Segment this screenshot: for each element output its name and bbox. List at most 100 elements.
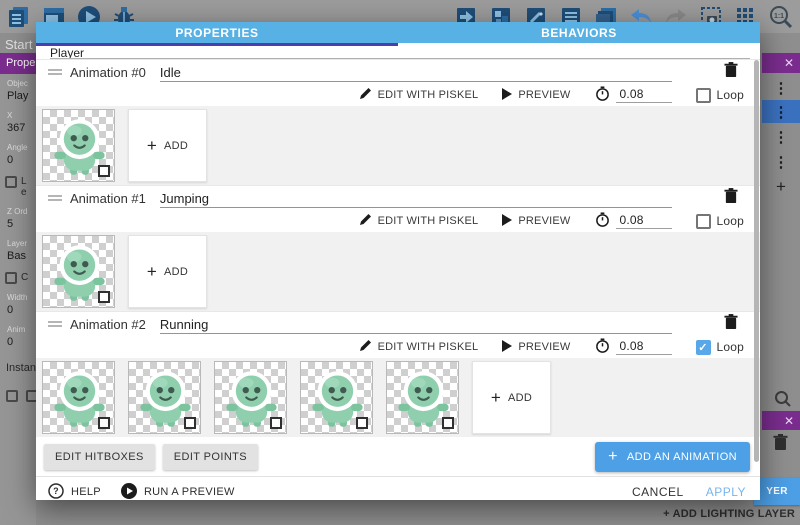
frame-select-checkbox[interactable]	[184, 417, 196, 429]
sprite-frame[interactable]	[42, 109, 115, 182]
frames-row: + ADD	[36, 358, 760, 437]
custom-size-checkbox-row[interactable]: C	[0, 266, 36, 288]
layer-row[interactable]: ⋮	[762, 125, 800, 148]
custom-size-checkbox[interactable]	[5, 272, 17, 284]
delete-animation-icon[interactable]	[724, 62, 738, 83]
search-icon[interactable]	[774, 390, 792, 413]
close-icon[interactable]: ✕	[784, 56, 794, 70]
animation-section-1: Animation #1 Jumping EDIT WITH PISKEL PR…	[36, 185, 760, 311]
delete-animation-icon[interactable]	[724, 188, 738, 209]
lock-checkbox[interactable]	[5, 176, 17, 188]
trash-icon[interactable]	[773, 434, 788, 456]
field-animation[interactable]: Anim 0	[0, 320, 36, 352]
preview-button[interactable]: PREVIEW	[502, 214, 570, 229]
frame-select-checkbox[interactable]	[270, 417, 282, 429]
field-x[interactable]: X 367	[0, 106, 36, 138]
play-icon	[502, 340, 512, 355]
plus-icon: +	[147, 136, 157, 156]
loop-toggle[interactable]: Loop	[696, 88, 745, 103]
add-frame-button[interactable]: + ADD	[128, 109, 207, 182]
add-lighting-layer-button[interactable]: + ADD LIGHTING LAYER	[663, 508, 795, 520]
sprite-frame[interactable]	[214, 361, 287, 434]
animation-title: Animation #1	[70, 191, 146, 206]
cancel-button[interactable]: CANCEL	[632, 485, 684, 499]
animation-name-input[interactable]: Idle	[160, 63, 672, 82]
dialog-scrollbar[interactable]	[754, 60, 759, 462]
loop-checkbox[interactable]: ✓	[696, 340, 711, 355]
time-between-frames-input[interactable]: 0.08	[616, 87, 672, 103]
frame-select-checkbox[interactable]	[356, 417, 368, 429]
sprite-frame[interactable]	[300, 361, 373, 434]
animation-section-2: Animation #2 Running EDIT WITH PISKEL PR…	[36, 311, 760, 437]
frame-select-checkbox[interactable]	[442, 417, 454, 429]
field-object-name[interactable]: Objec Play	[0, 74, 36, 106]
frames-row: + ADD	[36, 106, 760, 185]
layer-row-selected[interactable]: ⋮	[762, 100, 800, 123]
tab-properties[interactable]: PROPERTIES	[36, 22, 398, 43]
zoom-1-1-icon[interactable]: 1:1	[768, 4, 794, 30]
sprite-frame[interactable]	[386, 361, 459, 434]
frame-select-checkbox[interactable]	[98, 165, 110, 177]
loop-toggle[interactable]: ✓ Loop	[696, 340, 745, 355]
project-manager-icon[interactable]	[6, 4, 32, 30]
time-between-frames-input[interactable]: 0.08	[616, 339, 672, 355]
time-between-frames[interactable]: 0.08	[595, 338, 672, 356]
animation-header: Animation #1 Jumping	[36, 186, 760, 210]
loop-checkbox[interactable]	[696, 88, 711, 103]
preview-button[interactable]: PREVIEW	[502, 88, 570, 103]
sprite-frame[interactable]	[128, 361, 201, 434]
animation-title: Animation #0	[70, 65, 146, 80]
time-between-frames-input[interactable]: 0.08	[616, 213, 672, 229]
frame-select-checkbox[interactable]	[98, 291, 110, 303]
close-icon[interactable]: ✕	[784, 414, 794, 428]
add-layer-button[interactable]: YER	[754, 478, 800, 505]
loop-checkbox[interactable]	[696, 214, 711, 229]
animation-name-input[interactable]: Running	[160, 315, 672, 334]
kebab-menu-icon[interactable]: ⋮	[774, 79, 789, 97]
apply-button[interactable]: APPLY	[706, 485, 746, 499]
edit-points-button[interactable]: EDIT POINTS	[163, 444, 258, 470]
frame-select-checkbox[interactable]	[98, 417, 110, 429]
drag-handle-icon[interactable]	[48, 67, 62, 77]
instances-checkbox-2[interactable]	[26, 390, 36, 402]
edit-with-piskel-button[interactable]: EDIT WITH PISKEL	[359, 87, 479, 103]
loop-toggle[interactable]: Loop	[696, 214, 745, 229]
kebab-menu-icon[interactable]: ⋮	[774, 128, 789, 146]
tab-behaviors[interactable]: BEHAVIORS	[398, 22, 760, 43]
run-a-preview-button[interactable]: RUN A PREVIEW	[121, 483, 235, 502]
kebab-menu-icon[interactable]: ⋮	[774, 153, 789, 171]
add-layer-plus-icon[interactable]: +	[762, 175, 800, 198]
kebab-menu-icon[interactable]: ⋮	[774, 103, 789, 121]
add-animation-button[interactable]: + ADD AN ANIMATION	[595, 442, 750, 472]
svg-text:?: ?	[53, 486, 59, 496]
animation-title: Animation #2	[70, 317, 146, 332]
drag-handle-icon[interactable]	[48, 193, 62, 203]
edit-with-piskel-button[interactable]: EDIT WITH PISKEL	[359, 213, 479, 229]
dialog-actions: EDIT HITBOXES EDIT POINTS + ADD AN ANIMA…	[36, 437, 760, 476]
object-name-field[interactable]: Player	[50, 46, 750, 59]
layer-row[interactable]: ⋮	[762, 150, 800, 173]
add-frame-button[interactable]: + ADD	[472, 361, 551, 434]
preview-button[interactable]: PREVIEW	[502, 340, 570, 355]
animation-toolbar: EDIT WITH PISKEL PREVIEW 0.08 Loop	[36, 84, 760, 106]
time-between-frames[interactable]: 0.08	[595, 86, 672, 104]
edit-hitboxes-button[interactable]: EDIT HITBOXES	[44, 444, 155, 470]
lock-checkbox-row[interactable]: Le	[0, 170, 36, 202]
field-layer[interactable]: Layer Bas	[0, 234, 36, 266]
layer-row[interactable]: ⋮	[762, 76, 800, 99]
instances-checkbox-1[interactable]	[6, 390, 18, 402]
delete-animation-icon[interactable]	[724, 314, 738, 335]
sprite-frame[interactable]	[42, 361, 115, 434]
sprite-frame[interactable]	[42, 235, 115, 308]
help-button[interactable]: ? HELP	[48, 483, 101, 502]
edit-with-piskel-button[interactable]: EDIT WITH PISKEL	[359, 339, 479, 355]
add-frame-button[interactable]: + ADD	[128, 235, 207, 308]
animation-name-input[interactable]: Jumping	[160, 189, 672, 208]
timer-icon	[595, 212, 610, 230]
field-width[interactable]: Width 0	[0, 288, 36, 320]
plus-icon: +	[608, 448, 618, 466]
time-between-frames[interactable]: 0.08	[595, 212, 672, 230]
field-angle[interactable]: Angle 0	[0, 138, 36, 170]
field-z-order[interactable]: Z Ord 5	[0, 202, 36, 234]
drag-handle-icon[interactable]	[48, 319, 62, 329]
